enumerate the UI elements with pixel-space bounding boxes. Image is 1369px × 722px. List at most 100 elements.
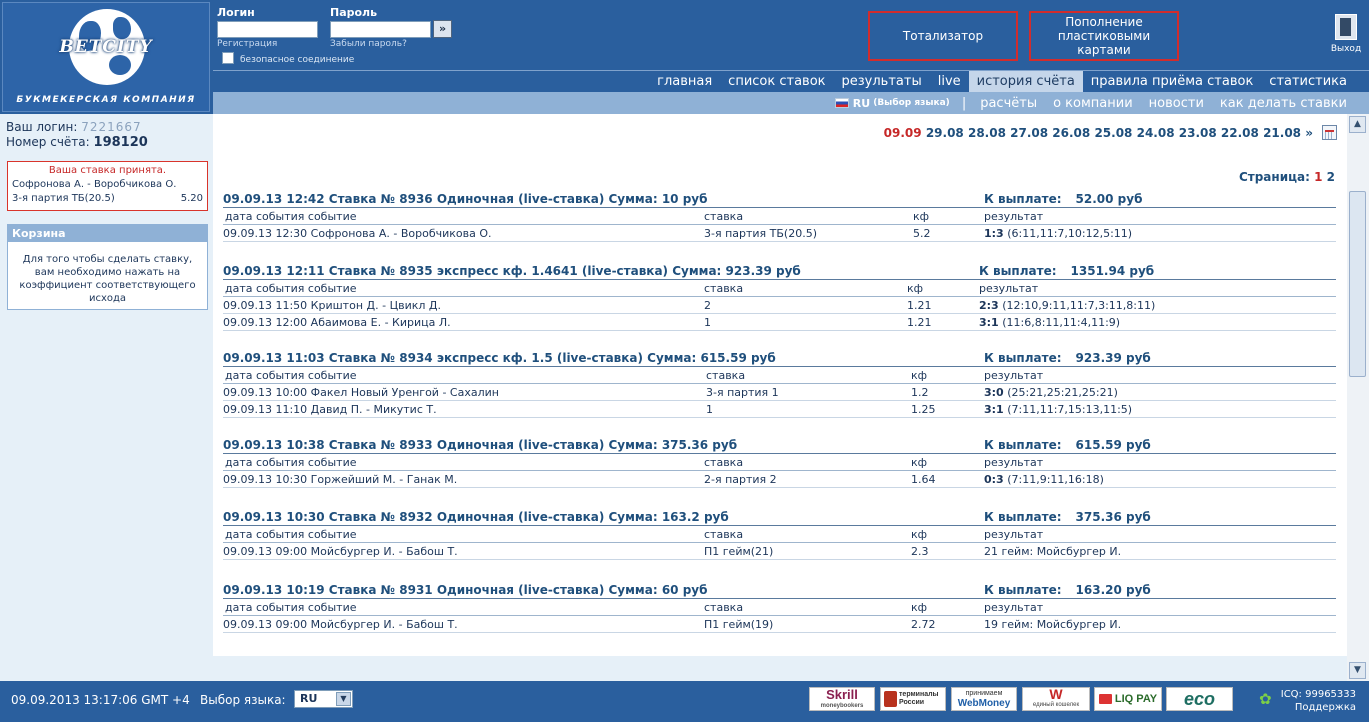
- footer: 09.09.2013 13:17:06 GMT +4 Выбор языка: …: [0, 681, 1369, 722]
- column-result: результат: [984, 369, 1044, 382]
- page-link[interactable]: 2: [1327, 170, 1335, 184]
- column-odds: кф: [913, 210, 930, 223]
- nav-item-home[interactable]: главная: [649, 71, 720, 93]
- card-topup-label: Пополнение пластиковыми картами: [1057, 15, 1151, 57]
- betcity-logo[interactable]: BETCITY БУКМЕКЕРСКАЯ КОМПАНИЯ: [2, 2, 210, 112]
- date-link[interactable]: 27.08: [1010, 126, 1048, 140]
- bet-block: 09.09.13 12:11 Ставка № 8935 экспресс кф…: [223, 264, 1336, 331]
- totalizator-label: Тотализатор: [902, 29, 984, 43]
- bet-accepted-box: Ваша ставка принята. Софронова А. - Воро…: [7, 161, 208, 211]
- skrill-subtitle: moneybookers: [820, 702, 864, 709]
- footer-language-select[interactable]: RU ▼: [294, 690, 353, 708]
- row-event: 09.09.13 10:30 Горжейший М. - Ганак М.: [223, 473, 458, 486]
- date-link[interactable]: 25.08: [1094, 126, 1132, 140]
- date-filter: 09.09 29.08 28.08 27.08 26.08 25.08 24.0…: [884, 126, 1313, 140]
- bet-block: 09.09.13 12:42 Ставка № 8936 Одиночная (…: [223, 192, 1336, 242]
- row-score: 1:3: [984, 227, 1004, 240]
- bet-row: 09.09.13 11:50 Криштон Д. - Цвикл Д. 2 1.2…: [223, 297, 1336, 314]
- more-dates-link[interactable]: »: [1305, 126, 1313, 140]
- language-code: RU: [852, 96, 871, 110]
- totalizator-button[interactable]: Тотализатор: [868, 11, 1018, 61]
- column-bet: ставка: [704, 456, 744, 469]
- nav-item-live[interactable]: live: [930, 71, 969, 93]
- row-result-detail: (7:11,11:7,15:13,11:5): [1003, 403, 1133, 416]
- date-link[interactable]: 22.08: [1221, 126, 1259, 140]
- terminals-logo[interactable]: терминалы России: [880, 687, 946, 711]
- date-current[interactable]: 09.09: [884, 126, 922, 140]
- date-link[interactable]: 24.08: [1137, 126, 1175, 140]
- calendar-icon[interactable]: [1322, 125, 1337, 140]
- page-current: 1: [1314, 170, 1323, 184]
- row-odds: 2.3: [911, 545, 929, 558]
- vertical-scrollbar[interactable]: ▲ ▼: [1347, 114, 1369, 681]
- skrill-logo[interactable]: Skrill moneybookers: [809, 687, 875, 711]
- payout-label: К выплате:: [979, 264, 1057, 278]
- password-label: Пароль: [330, 6, 378, 19]
- row-score: 3:1: [979, 316, 999, 329]
- bet-block: 09.09.13 10:30 Ставка № 8932 Одиночная (…: [223, 510, 1336, 560]
- bet-payout: К выплате: 375.36 руб: [984, 510, 1151, 524]
- date-link[interactable]: 29.08: [926, 126, 964, 140]
- date-link[interactable]: 26.08: [1052, 126, 1090, 140]
- liqpay-name: LIQ PAY: [1114, 693, 1158, 705]
- bet-row: 09.09.13 10:30 Горжейший М. - Ганак М. 2-…: [223, 471, 1336, 488]
- liqpay-logo[interactable]: LIQ PAY: [1094, 687, 1162, 711]
- password-input[interactable]: [330, 21, 431, 38]
- register-link[interactable]: Регистрация: [217, 39, 277, 49]
- row-result-detail: (12:10,9:11,11:7,3:11,8:11): [998, 299, 1156, 312]
- wallet-logo[interactable]: W единый кошелек: [1022, 687, 1090, 711]
- bet-columns-header: дата события событие ставка кф результат: [223, 280, 1336, 297]
- nav-item-about[interactable]: о компании: [1045, 96, 1141, 111]
- login-input[interactable]: [217, 21, 318, 38]
- language-hint: (Выбор языка): [873, 98, 950, 108]
- bet-header: 09.09.13 11:03 Ставка № 8934 экспресс кф…: [223, 351, 1336, 367]
- nav-item-account-history[interactable]: история счёта: [968, 70, 1083, 93]
- date-link[interactable]: 23.08: [1179, 126, 1217, 140]
- login-submit-button[interactable]: »: [433, 20, 452, 38]
- login-caption: Ваш логин:: [6, 120, 78, 134]
- bet-accepted-title: Ваша ставка принята.: [48, 165, 167, 176]
- card-topup-button[interactable]: Пополнение пластиковыми картами: [1029, 11, 1179, 61]
- row-result: 3:1 (11:6,8:11,11:4,11:9): [979, 316, 1120, 329]
- column-result: результат: [984, 528, 1044, 541]
- language-selector[interactable]: RU (Выбор языка): [834, 96, 956, 110]
- row-result-detail: 21 гейм: Мойсбургер И.: [984, 545, 1122, 558]
- scroll-up-arrow-icon[interactable]: ▲: [1349, 116, 1366, 133]
- support-contact[interactable]: ICQ: 99965333 Поддержка: [1281, 688, 1356, 714]
- nav-item-rules[interactable]: правила приёма ставок: [1083, 71, 1262, 93]
- forgot-password-link[interactable]: Забыли пароль?: [330, 39, 407, 49]
- bet-header: 09.09.13 12:42 Ставка № 8936 Одиночная (…: [223, 192, 1336, 208]
- wallet-icon: W: [1049, 686, 1063, 702]
- bet-accepted-market: 3-я партия ТБ(20.5): [12, 193, 115, 204]
- bet-payout: К выплате: 615.59 руб: [984, 438, 1151, 452]
- scroll-down-arrow-icon[interactable]: ▼: [1349, 662, 1366, 679]
- nav-item-bets-list[interactable]: список ставок: [720, 71, 833, 93]
- nav-item-news[interactable]: новости: [1141, 96, 1212, 111]
- payout-label: К выплате:: [984, 510, 1062, 524]
- row-result: 1:3 (6:11,11:7,10:12,5:11): [984, 227, 1132, 240]
- webmoney-logo[interactable]: принимаем WebMoney: [951, 687, 1017, 711]
- chevron-down-icon: ▼: [336, 692, 351, 706]
- eco-logo[interactable]: eco: [1166, 687, 1233, 711]
- column-odds: кф: [907, 282, 924, 295]
- row-bet: 3-я партия ТБ(20.5): [704, 227, 818, 240]
- bet-columns-header: дата события событие ставка кф результат: [223, 367, 1336, 384]
- secure-connection-checkbox[interactable]: [222, 52, 234, 64]
- nav-item-results[interactable]: результаты: [834, 71, 930, 93]
- row-event: 09.09.13 11:10 Давид П. - Микутис Т.: [223, 403, 437, 416]
- row-result: 2:3 (12:10,9:11,11:7,3:11,8:11): [979, 299, 1155, 312]
- bet-row: 09.09.13 10:00 Факел Новый Уренгой - Сах…: [223, 384, 1336, 401]
- nav-item-how-to-bet[interactable]: как делать ставки: [1212, 96, 1355, 111]
- scroll-thumb[interactable]: [1349, 191, 1366, 377]
- column-result: результат: [984, 210, 1044, 223]
- bet-columns-header: дата события событие ставка кф результат: [223, 599, 1336, 616]
- row-bet: 1: [706, 403, 713, 416]
- nav-item-settlements[interactable]: расчёты: [972, 96, 1045, 111]
- nav-separator: |: [961, 95, 967, 111]
- payout-label: К выплате:: [984, 192, 1062, 206]
- date-link[interactable]: 28.08: [968, 126, 1006, 140]
- exit-button[interactable]: Выход: [1326, 14, 1366, 58]
- nav-item-statistics[interactable]: статистика: [1261, 71, 1355, 93]
- payout-value: 923.39 руб: [1075, 351, 1151, 365]
- date-link[interactable]: 21.08: [1263, 126, 1301, 140]
